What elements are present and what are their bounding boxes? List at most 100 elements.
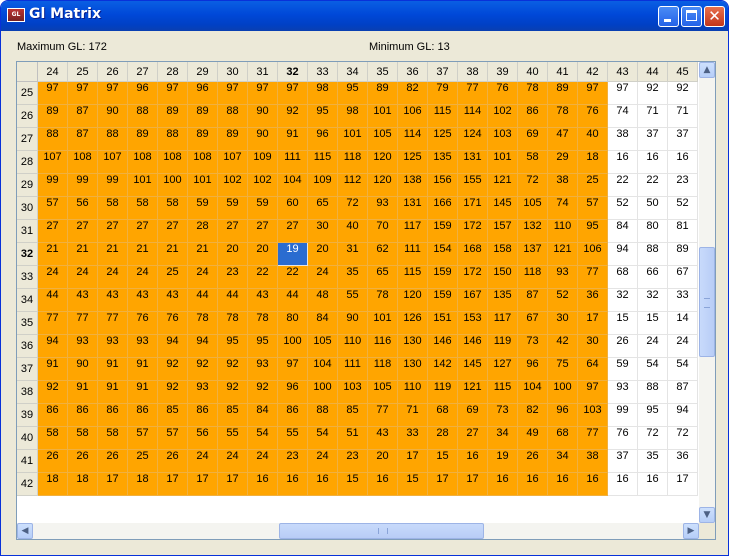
grid-cell[interactable]: 76	[488, 82, 518, 105]
grid-cell[interactable]: 116	[368, 335, 398, 358]
grid-cell[interactable]: 40	[578, 128, 608, 151]
close-button[interactable]: ✕	[704, 6, 725, 27]
grid-cell[interactable]: 156	[428, 174, 458, 197]
grid-cell[interactable]: 20	[218, 243, 248, 266]
grid-cell[interactable]: 92	[248, 381, 278, 404]
grid-cell[interactable]: 102	[488, 105, 518, 128]
grid-cell[interactable]: 89	[548, 82, 578, 105]
grid-cell[interactable]: 20	[368, 450, 398, 473]
grid-cell[interactable]: 25	[128, 450, 158, 473]
grid-cell[interactable]: 72	[638, 427, 668, 450]
grid-cell[interactable]: 77	[98, 312, 128, 335]
grid-cell[interactable]: 159	[428, 266, 458, 289]
grid-cell[interactable]: 84	[308, 312, 338, 335]
grid-cell[interactable]: 93	[248, 358, 278, 381]
grid-cell[interactable]: 27	[38, 220, 68, 243]
grid-cell[interactable]: 33	[398, 427, 428, 450]
scroll-up-button[interactable]: ▲	[699, 62, 715, 78]
grid-cell[interactable]: 84	[608, 220, 638, 243]
grid-cell[interactable]: 114	[458, 105, 488, 128]
grid-cell[interactable]: 108	[68, 151, 98, 174]
grid-cell[interactable]: 88	[128, 105, 158, 128]
grid-cell[interactable]: 89	[128, 128, 158, 151]
grid-cell[interactable]: 58	[68, 427, 98, 450]
grid-cell[interactable]: 86	[38, 404, 68, 427]
grid-cell[interactable]: 101	[128, 174, 158, 197]
grid-cell[interactable]: 101	[368, 312, 398, 335]
grid-cell[interactable]: 111	[398, 243, 428, 266]
grid-cell[interactable]: 37	[608, 450, 638, 473]
grid-cell[interactable]: 99	[38, 174, 68, 197]
grid-cell[interactable]: 67	[668, 266, 698, 289]
grid-cell[interactable]: 35	[338, 266, 368, 289]
grid-cell[interactable]: 24	[188, 450, 218, 473]
grid-cell[interactable]: 92	[38, 381, 68, 404]
grid-cell[interactable]: 91	[98, 358, 128, 381]
grid-cell[interactable]: 74	[608, 105, 638, 128]
grid-cell[interactable]: 77	[68, 312, 98, 335]
grid-cell[interactable]: 82	[398, 82, 428, 105]
grid-cell[interactable]: 34	[548, 450, 578, 473]
grid-cell[interactable]: 96	[548, 404, 578, 427]
grid-cell[interactable]: 56	[68, 197, 98, 220]
grid-cell[interactable]: 80	[638, 220, 668, 243]
grid-cell[interactable]: 99	[608, 404, 638, 427]
grid-cell[interactable]: 77	[368, 404, 398, 427]
grid-cell[interactable]: 54	[638, 358, 668, 381]
grid-cell[interactable]: 92	[218, 381, 248, 404]
grid-cell[interactable]: 24	[218, 450, 248, 473]
grid-cell[interactable]: 115	[488, 381, 518, 404]
grid-cell[interactable]: 97	[218, 82, 248, 105]
horizontal-scrollbar[interactable]: ◀ ▶	[17, 523, 699, 539]
grid-cell[interactable]: 89	[158, 105, 188, 128]
grid-cell[interactable]: 85	[338, 404, 368, 427]
grid-cell[interactable]: 103	[578, 404, 608, 427]
grid-cell[interactable]: 44	[188, 289, 218, 312]
grid-cell[interactable]: 33	[668, 289, 698, 312]
grid-cell[interactable]: 80	[278, 312, 308, 335]
grid-cell[interactable]: 150	[488, 266, 518, 289]
grid-cell[interactable]: 97	[278, 358, 308, 381]
grid-cell[interactable]: 138	[398, 174, 428, 197]
grid-cell[interactable]: 146	[458, 335, 488, 358]
grid-cell[interactable]: 78	[518, 82, 548, 105]
grid-cell[interactable]: 44	[218, 289, 248, 312]
grid-cell[interactable]: 92	[278, 105, 308, 128]
grid-cell[interactable]: 94	[188, 335, 218, 358]
grid-cell[interactable]: 108	[128, 151, 158, 174]
grid-cell[interactable]: 115	[428, 105, 458, 128]
grid-cell[interactable]: 94	[158, 335, 188, 358]
grid-cell[interactable]: 16	[368, 473, 398, 496]
grid-cell[interactable]: 88	[98, 128, 128, 151]
grid-cell[interactable]: 16	[248, 473, 278, 496]
grid-cell[interactable]: 43	[248, 289, 278, 312]
grid-cell[interactable]: 98	[308, 82, 338, 105]
grid-cell[interactable]: 42	[548, 335, 578, 358]
grid-cell[interactable]: 36	[668, 450, 698, 473]
grid-cell[interactable]: 95	[218, 335, 248, 358]
grid-cell[interactable]: 97	[578, 82, 608, 105]
grid-cell[interactable]: 91	[68, 381, 98, 404]
grid-cell[interactable]: 30	[308, 220, 338, 243]
grid-cell[interactable]: 75	[548, 358, 578, 381]
grid-cell[interactable]: 92	[638, 82, 668, 105]
grid-cell[interactable]: 17	[158, 473, 188, 496]
grid-cell[interactable]: 91	[278, 128, 308, 151]
grid-cell[interactable]: 27	[128, 220, 158, 243]
grid-cell[interactable]: 86	[278, 404, 308, 427]
grid-cell[interactable]: 88	[218, 105, 248, 128]
grid-cell[interactable]: 135	[428, 151, 458, 174]
grid-cell[interactable]: 111	[338, 358, 368, 381]
grid-cell[interactable]: 127	[488, 358, 518, 381]
grid-cell[interactable]: 59	[608, 358, 638, 381]
grid-cell[interactable]: 27	[218, 220, 248, 243]
grid-cell[interactable]: 90	[338, 312, 368, 335]
gl-matrix-grid[interactable]: 24 25 26 27 28 29 30 31 32 33 34 35 36 37 38 39 40 41 42 43…	[16, 61, 716, 540]
grid-cell[interactable]: 77	[38, 312, 68, 335]
grid-cell[interactable]: 106	[398, 105, 428, 128]
grid-cell[interactable]: 117	[488, 312, 518, 335]
grid-cell[interactable]: 58	[98, 197, 128, 220]
selected-grid-cell[interactable]: 19	[278, 243, 308, 266]
grid-cell[interactable]: 87	[518, 289, 548, 312]
grid-cell[interactable]: 91	[98, 381, 128, 404]
